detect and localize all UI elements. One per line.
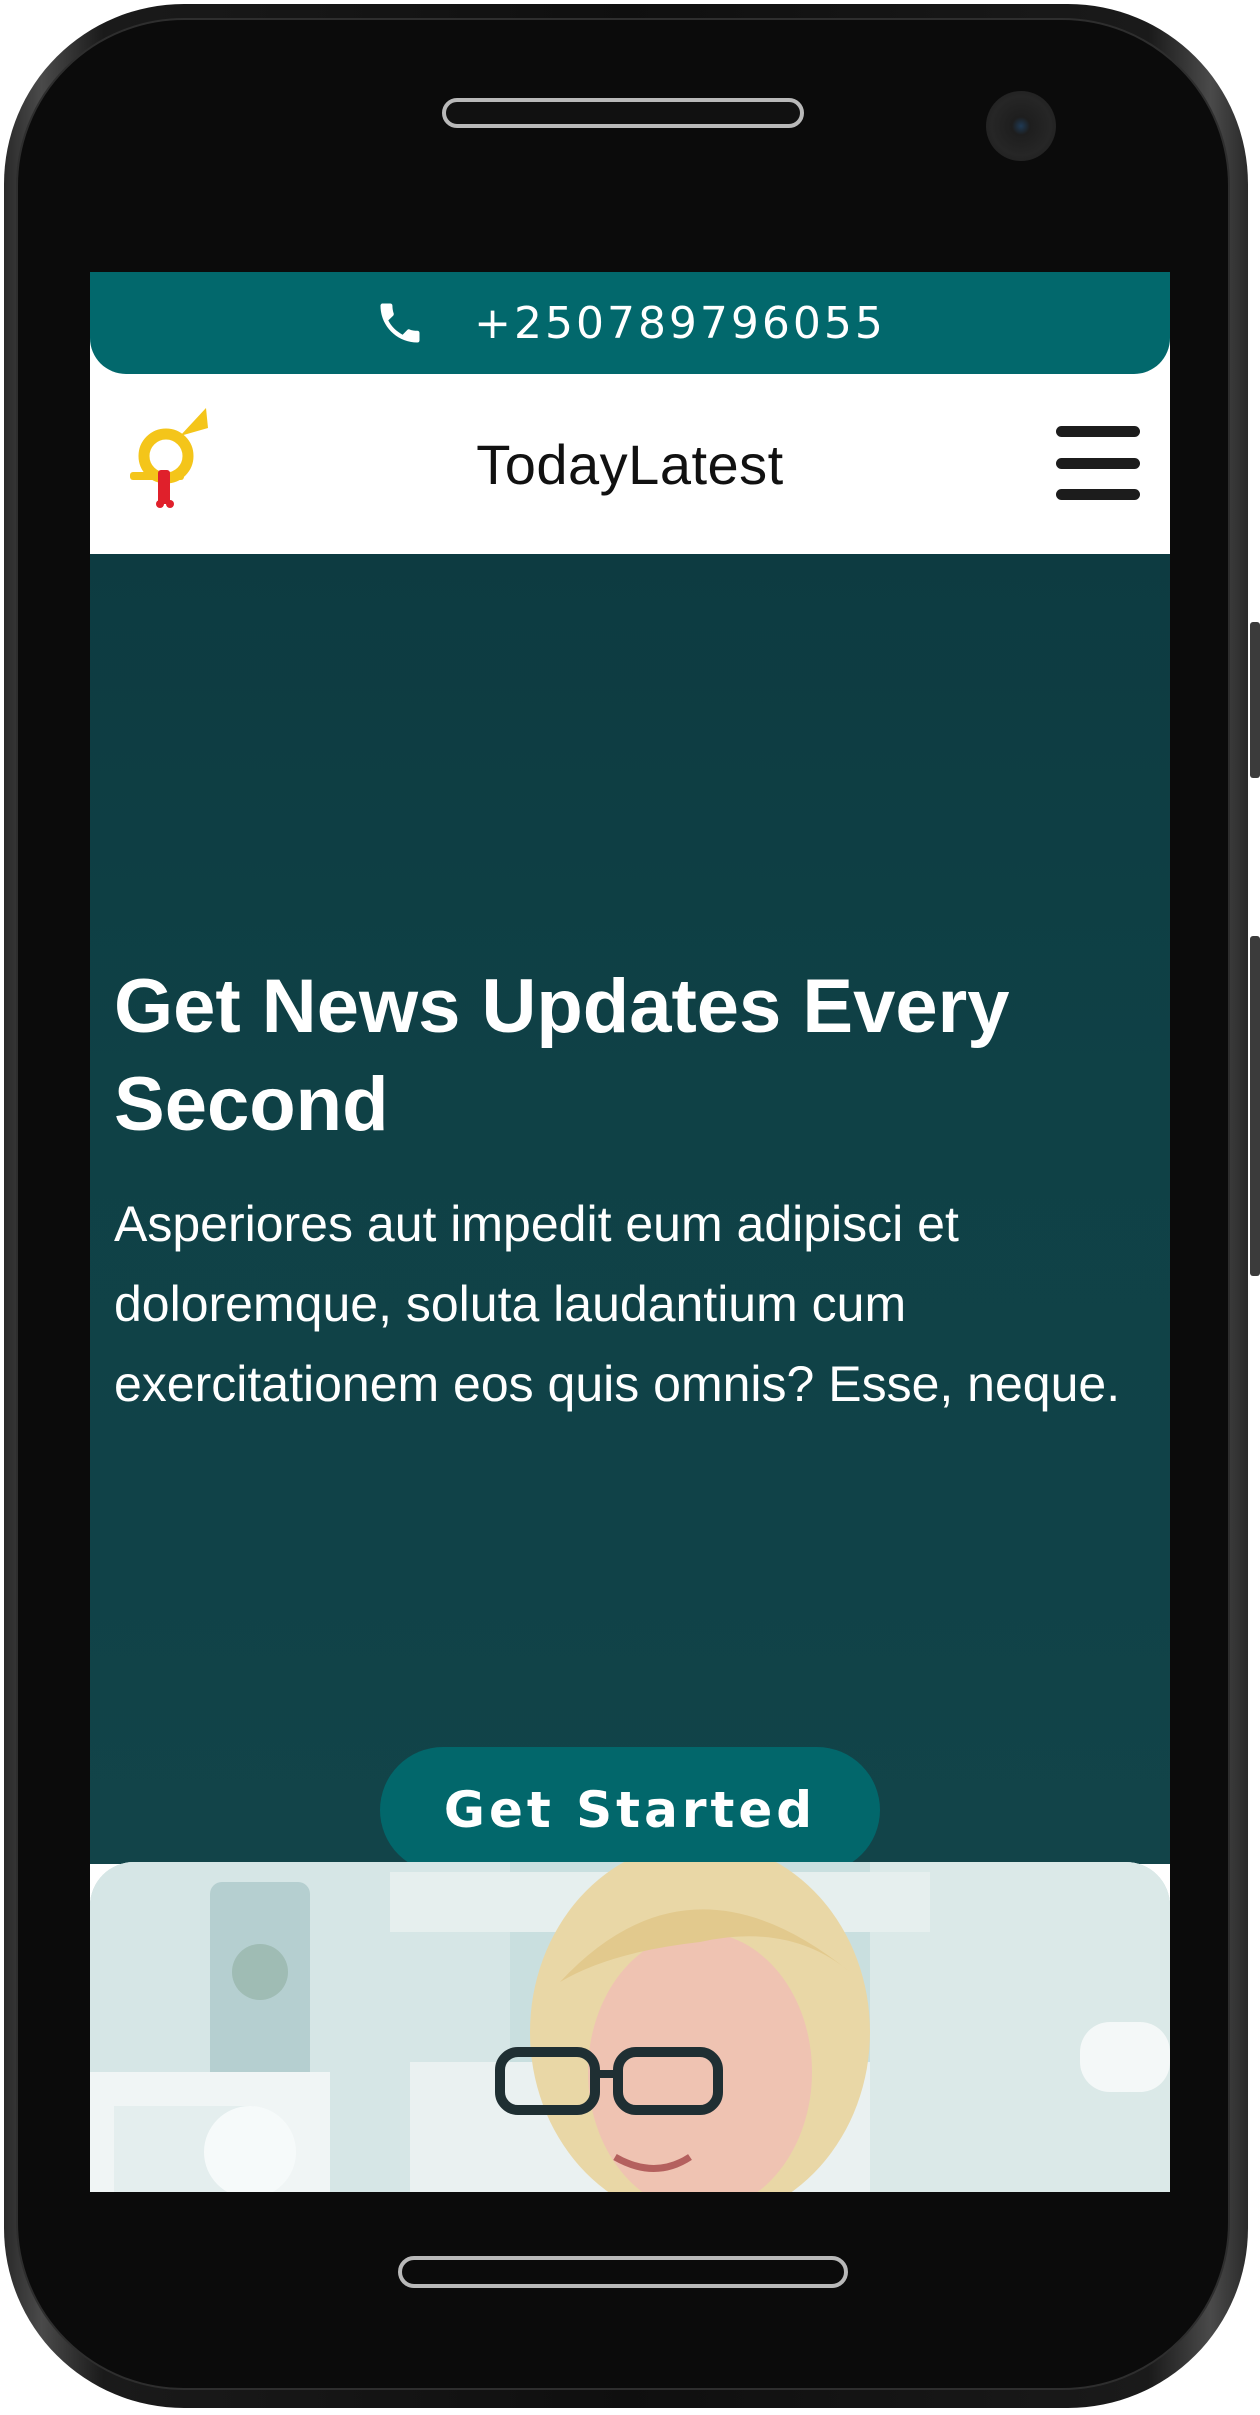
navbar: TodayLatest (90, 374, 1170, 554)
get-started-button[interactable]: Get Started (380, 1747, 880, 1873)
hero-description: Asperiores aut impedit eum adipisci et d… (114, 1196, 1121, 1412)
hamburger-line (1056, 457, 1140, 469)
hero-section: Get News Updates Every Second Asperiores… (90, 554, 1170, 1873)
power-button (1250, 936, 1260, 1276)
volume-button (1250, 622, 1260, 778)
home-button[interactable] (398, 2256, 848, 2288)
hamburger-line (1056, 489, 1140, 500)
phone-mockup: +250789796055 TodayLatest Get News Updat… (0, 0, 1260, 2415)
hero-title: Get News Updates Every Second (114, 964, 1010, 1147)
brand-title[interactable]: TodayLatest (90, 432, 1170, 497)
hamburger-line (1056, 426, 1140, 437)
earpiece-speaker (442, 98, 804, 128)
woman-with-glasses-photo (90, 1862, 1170, 2192)
front-camera (986, 91, 1056, 161)
phone-icon (374, 297, 426, 349)
phone-number-link[interactable]: +250789796055 (474, 298, 886, 349)
contact-topbar: +250789796055 (90, 272, 1170, 374)
hamburger-menu-icon[interactable] (1056, 426, 1140, 500)
phone-screen: +250789796055 TodayLatest Get News Updat… (90, 272, 1170, 2192)
